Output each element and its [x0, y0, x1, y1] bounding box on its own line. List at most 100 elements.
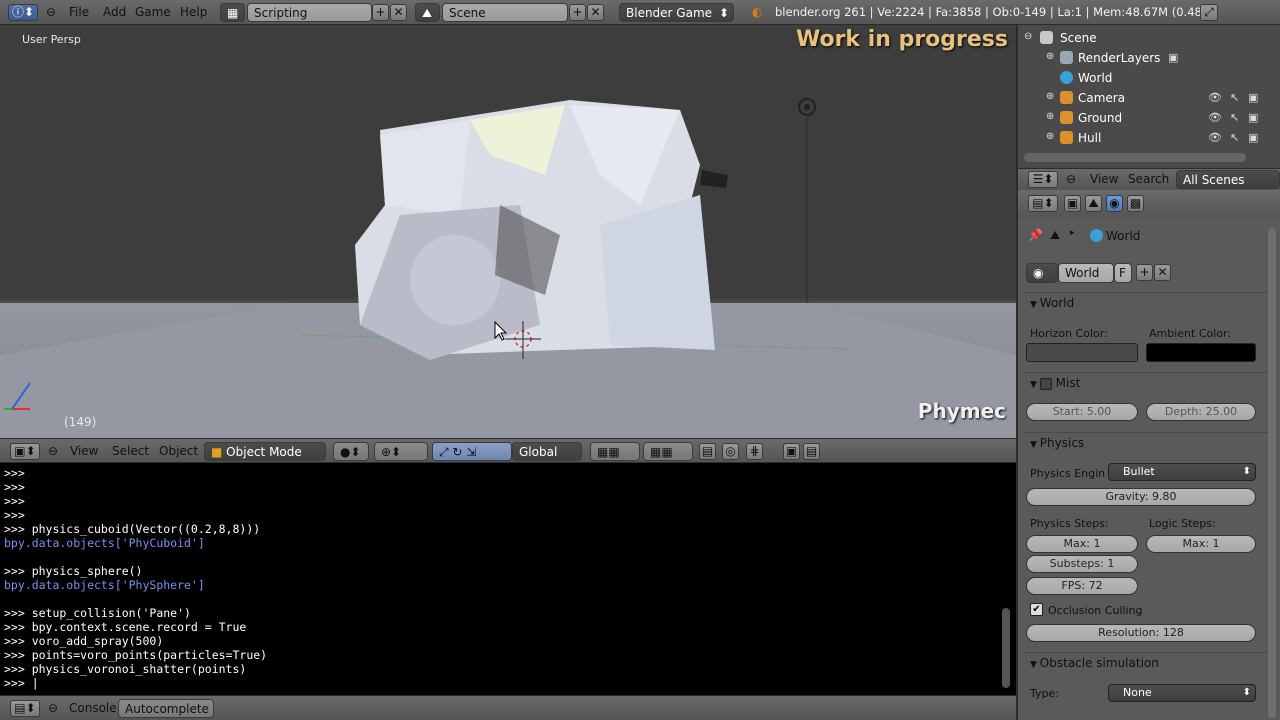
render-engine-select[interactable]: Blender Game ⬍ — [619, 3, 734, 22]
select-arrow-icon[interactable]: ↖ — [1230, 111, 1239, 124]
proportional-edit-icon[interactable]: ◎ — [722, 443, 739, 460]
collapse-icon[interactable]: ⊖ — [1024, 31, 1032, 42]
screen-layout-icon[interactable]: ▦ — [220, 3, 245, 22]
menu-object[interactable]: Object — [159, 444, 198, 458]
horizon-color-swatch[interactable] — [1026, 343, 1138, 362]
viewport-shading-select[interactable]: ●⬍ — [333, 442, 369, 461]
fake-user-button[interactable]: F — [1114, 263, 1132, 283]
world-tab-icon[interactable]: ◉ — [1106, 195, 1123, 212]
menu-help[interactable]: Help — [180, 5, 207, 19]
snap-icon[interactable]: ⋕ — [746, 443, 763, 460]
add-world-icon[interactable]: + — [1136, 264, 1153, 281]
logic-max-field[interactable]: Max: 1 — [1146, 535, 1256, 553]
visibility-eye-icon[interactable]: 👁 — [1208, 91, 1222, 104]
substeps-field[interactable]: Substeps: 1 — [1026, 555, 1138, 573]
outliner[interactable]: ⊖ Scene ⊕ RenderLayers ▣ World ⊕ Camera … — [1016, 25, 1280, 168]
texture-tab-icon[interactable]: ▩ — [1127, 195, 1144, 212]
manipulator-buttons[interactable]: ⤢ ↻ ⇲ — [432, 442, 512, 461]
select-arrow-icon[interactable]: ↖ — [1230, 131, 1239, 144]
menu-view[interactable]: View — [70, 444, 98, 458]
add-screen-icon[interactable]: + — [372, 4, 389, 21]
console-prompt[interactable]: >>> | — [4, 676, 39, 690]
editor-type-properties-icon[interactable]: ▤⬍ — [1028, 195, 1058, 212]
render-toggle-icon[interactable]: ▣ — [1248, 111, 1258, 124]
render-anim-icon[interactable]: ▤ — [803, 443, 820, 460]
renderlayer-toggle-icon[interactable]: ▣ — [1168, 51, 1178, 64]
editor-type-console-icon[interactable]: ▤⬍ — [10, 700, 40, 717]
outliner-item-ground[interactable]: ⊕ Ground 👁 ↖ ▣ — [1018, 108, 1270, 128]
render-toggle-icon[interactable]: ▣ — [1248, 91, 1258, 104]
menu-view[interactable]: View — [1090, 172, 1118, 186]
ambient-color-swatch[interactable] — [1146, 343, 1256, 362]
world-name-field[interactable]: World — [1058, 263, 1114, 283]
editor-type-info-icon[interactable]: ⓘ⬍ — [8, 4, 38, 21]
world-browse-icon[interactable]: ◉ — [1026, 263, 1058, 283]
collapse-menu-icon[interactable]: ⊖ — [48, 701, 58, 715]
properties-editor[interactable]: ▤⬍ ▣ ⛰ ◉ ▩ 📌 ⛰ ▸ World ◉ World F + ✕ Wor… — [1016, 190, 1280, 720]
autocomplete-button[interactable]: Autocomplete — [118, 699, 214, 718]
outliner-filter-select[interactable]: All Scenes — [1176, 170, 1280, 189]
properties-scrollbar[interactable] — [1268, 228, 1276, 718]
orientation-select[interactable]: Global — [512, 442, 582, 461]
python-console[interactable]: >>> >>> >>> >>> >>> physics_cuboid(Vecto… — [0, 463, 1016, 695]
menu-console[interactable]: Console — [69, 701, 117, 715]
scene-field[interactable]: Scene — [442, 3, 568, 22]
expand-icon[interactable]: ⊕ — [1046, 91, 1054, 102]
outliner-item-scene[interactable]: ⊖ Scene — [1018, 28, 1270, 48]
editor-type-3d-icon[interactable]: ▣⬍ — [10, 443, 40, 460]
remove-screen-icon[interactable]: ✕ — [390, 4, 407, 21]
render-icon[interactable]: ▣ — [783, 443, 800, 460]
console-scrollbar[interactable] — [1002, 608, 1010, 688]
occlusion-checkbox[interactable]: ✔ — [1030, 603, 1043, 616]
editor-type-outliner-icon[interactable]: ☰⬍ — [1028, 171, 1058, 188]
outliner-item-hull[interactable]: ⊕ Hull 👁 ↖ ▣ — [1018, 128, 1270, 148]
breadcrumb-world[interactable]: World — [1106, 229, 1140, 243]
panel-world-header[interactable]: World — [1030, 296, 1074, 310]
physics-engine-select[interactable]: Bullet — [1108, 463, 1256, 481]
layers-grid-1[interactable]: ▦▦ — [590, 442, 640, 461]
outliner-item-camera[interactable]: ⊕ Camera 👁 ↖ ▣ — [1018, 88, 1270, 108]
collapse-menu-icon[interactable]: ⊖ — [48, 444, 58, 458]
mist-checkbox[interactable] — [1039, 377, 1052, 390]
fps-field[interactable]: FPS: 72 — [1026, 577, 1138, 595]
fullscreen-icon[interactable]: ⤢ — [1200, 4, 1218, 21]
gravity-field[interactable]: Gravity: 9.80 — [1026, 488, 1256, 506]
collapse-menu-icon[interactable]: ⊖ — [46, 5, 56, 19]
outliner-item-renderlayers[interactable]: ⊕ RenderLayers ▣ — [1018, 48, 1270, 68]
resolution-field[interactable]: Resolution: 128 — [1026, 624, 1256, 642]
panel-physics-header[interactable]: Physics — [1030, 436, 1084, 450]
menu-file[interactable]: File — [69, 5, 89, 19]
expand-icon[interactable]: ⊕ — [1046, 51, 1054, 62]
visibility-eye-icon[interactable]: 👁 — [1208, 131, 1222, 144]
obstacle-type-select[interactable]: None — [1108, 684, 1256, 702]
outliner-item-world[interactable]: World — [1018, 68, 1270, 88]
mode-select[interactable]: ■ Object Mode — [204, 442, 326, 461]
physics-max-field[interactable]: Max: 1 — [1026, 535, 1138, 553]
outliner-scrollbar[interactable] — [1024, 153, 1246, 162]
pivot-select[interactable]: ⊕⬍ — [374, 442, 428, 461]
layers-grid-2[interactable]: ▦▦ — [643, 442, 693, 461]
visibility-eye-icon[interactable]: 👁 — [1208, 111, 1222, 124]
menu-add[interactable]: Add — [103, 5, 126, 19]
menu-search[interactable]: Search — [1128, 172, 1169, 186]
expand-icon[interactable]: ⊕ — [1046, 111, 1054, 122]
panel-mist-header[interactable]: Mist — [1030, 376, 1080, 390]
unlink-world-icon[interactable]: ✕ — [1154, 264, 1171, 281]
scene-icon[interactable]: ⛰ — [415, 3, 440, 22]
3d-viewport[interactable]: User Persp (149) Work in progress Phymec — [0, 25, 1016, 438]
render-toggle-icon[interactable]: ▣ — [1248, 131, 1258, 144]
remove-scene-icon[interactable]: ✕ — [587, 4, 604, 21]
mist-depth-field[interactable]: Depth: 25.00 — [1146, 403, 1256, 421]
expand-icon[interactable]: ⊕ — [1046, 131, 1054, 142]
layer-lock-icon[interactable]: ▤ — [699, 443, 716, 460]
mist-start-field[interactable]: Start: 5.00 — [1026, 403, 1138, 421]
render-tab-icon[interactable]: ▣ — [1064, 195, 1081, 212]
menu-game[interactable]: Game — [135, 5, 171, 19]
menu-select[interactable]: Select — [112, 444, 149, 458]
add-scene-icon[interactable]: + — [569, 4, 586, 21]
panel-obstacle-header[interactable]: Obstacle simulation — [1030, 656, 1159, 670]
collapse-menu-icon[interactable]: ⊖ — [1066, 172, 1076, 186]
select-arrow-icon[interactable]: ↖ — [1230, 91, 1239, 104]
screen-layout-field[interactable]: Scripting — [247, 3, 372, 22]
scene-tab-icon[interactable]: ⛰ — [1085, 195, 1102, 212]
